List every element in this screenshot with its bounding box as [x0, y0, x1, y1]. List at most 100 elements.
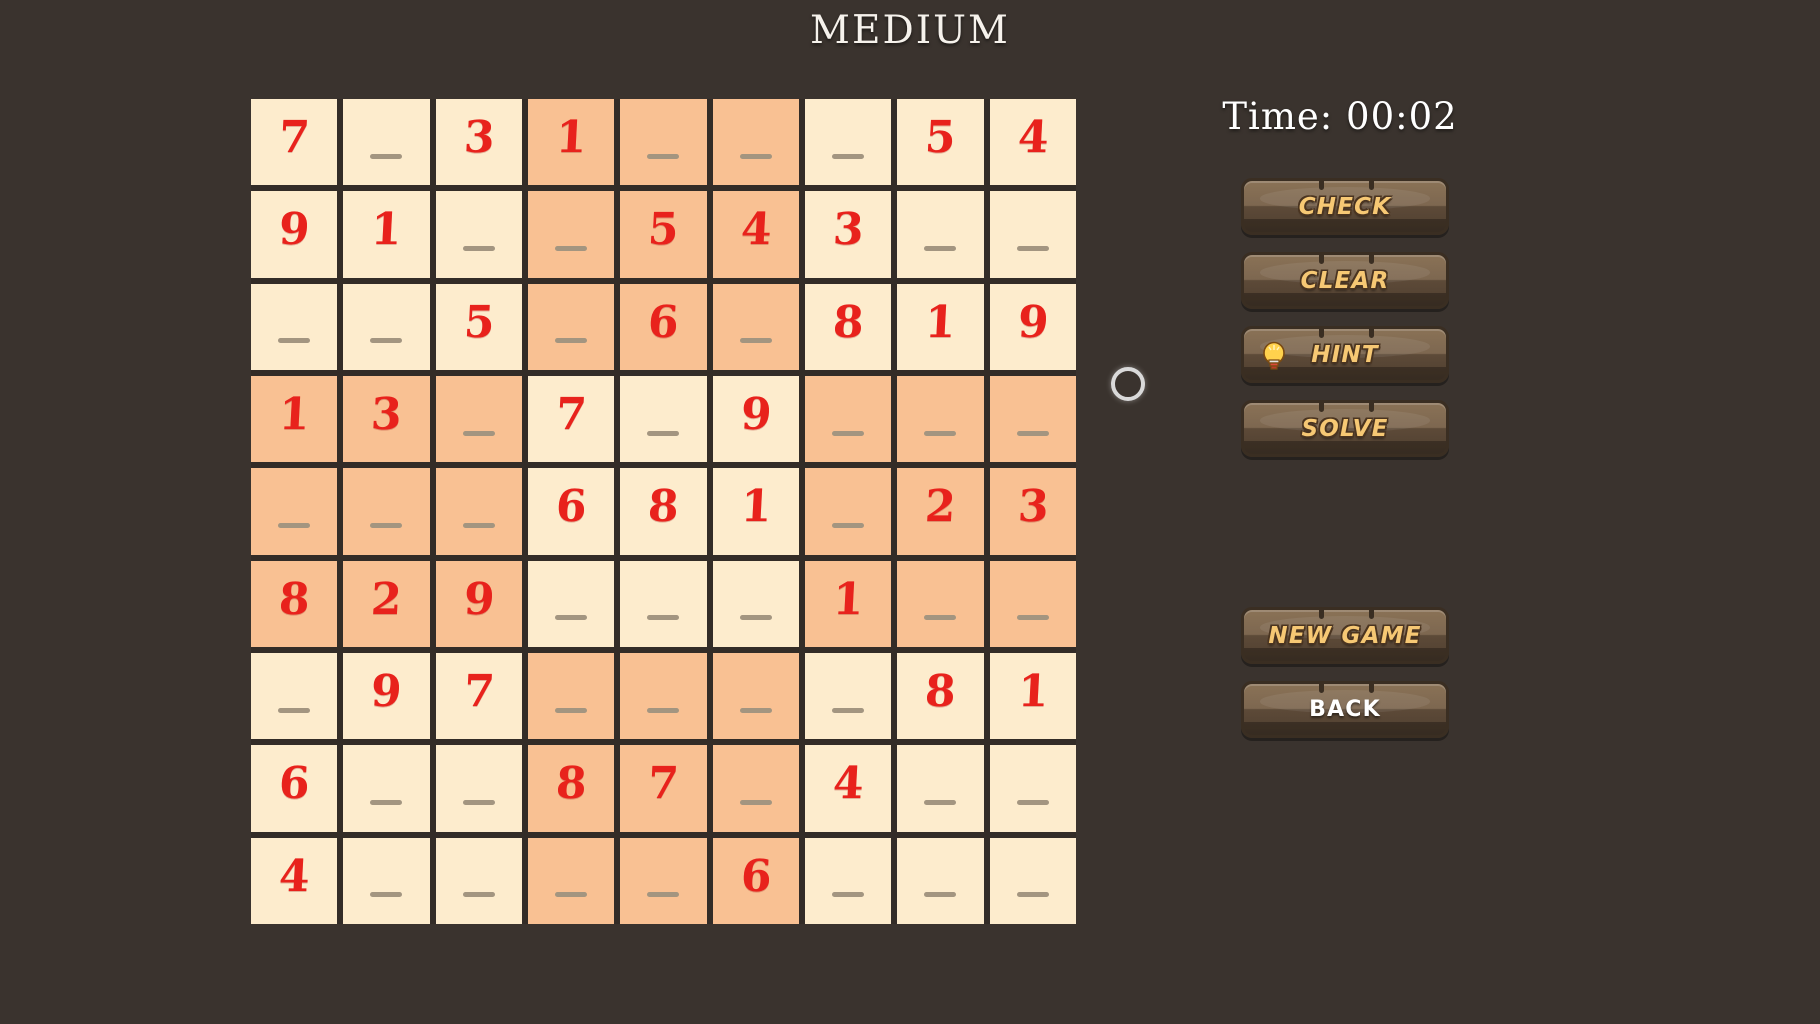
- sudoku-cell-value: 9: [739, 389, 773, 441]
- sudoku-cell-value: 3: [462, 112, 496, 164]
- sudoku-cell-r8c9[interactable]: _: [989, 745, 1076, 832]
- sudoku-cell-r5c7[interactable]: _: [805, 468, 892, 555]
- sudoku-cell-r6c9[interactable]: _: [989, 560, 1076, 647]
- hint-button[interactable]: HINT: [1241, 326, 1449, 383]
- sudoku-cell-r4c9[interactable]: _: [989, 376, 1076, 463]
- sudoku-cell-r1c9[interactable]: 4: [989, 99, 1076, 186]
- sudoku-cell-r4c1[interactable]: 1: [251, 376, 338, 463]
- sudoku-cell-r6c2[interactable]: 2: [343, 560, 430, 647]
- sudoku-cell-r2c8[interactable]: _: [897, 191, 984, 278]
- sudoku-cell-r7c7[interactable]: _: [805, 653, 892, 740]
- sudoku-cell-r3c2[interactable]: _: [343, 283, 430, 370]
- sudoku-cell-r9c5[interactable]: _: [620, 837, 707, 924]
- sudoku-cell-r4c4[interactable]: 7: [528, 376, 615, 463]
- sudoku-cell-r4c8[interactable]: _: [897, 376, 984, 463]
- sudoku-cell-r8c1[interactable]: 6: [251, 745, 338, 832]
- sudoku-cell-r2c7[interactable]: 3: [805, 191, 892, 278]
- sudoku-cell-r9c6[interactable]: 6: [712, 837, 799, 924]
- new-game-button[interactable]: NEW GAME: [1241, 607, 1449, 664]
- sudoku-cell-r4c7[interactable]: _: [805, 376, 892, 463]
- sudoku-cell-value: 8: [831, 296, 865, 348]
- sudoku-cell-r9c7[interactable]: _: [805, 837, 892, 924]
- solve-button[interactable]: SOLVE: [1241, 400, 1449, 457]
- sudoku-cell-r1c2[interactable]: _: [343, 99, 430, 186]
- sudoku-cell-r8c3[interactable]: _: [435, 745, 522, 832]
- sudoku-cell-r7c5[interactable]: _: [620, 653, 707, 740]
- sudoku-cell-r4c2[interactable]: 3: [343, 376, 430, 463]
- sudoku-cell-r3c4[interactable]: _: [528, 283, 615, 370]
- sudoku-cell-r8c2[interactable]: _: [343, 745, 430, 832]
- sudoku-cell-r6c7[interactable]: 1: [805, 560, 892, 647]
- sudoku-cell-r7c2[interactable]: 9: [343, 653, 430, 740]
- sudoku-cell-r5c6[interactable]: 1: [712, 468, 799, 555]
- sudoku-cell-r5c8[interactable]: 2: [897, 468, 984, 555]
- sudoku-cell-r9c4[interactable]: _: [528, 837, 615, 924]
- sudoku-cell-r3c1[interactable]: _: [251, 283, 338, 370]
- sudoku-cell-r8c4[interactable]: 8: [528, 745, 615, 832]
- sudoku-cell-r6c4[interactable]: _: [528, 560, 615, 647]
- sudoku-cell-r1c4[interactable]: 1: [528, 99, 615, 186]
- sudoku-cell-r3c9[interactable]: 9: [989, 283, 1076, 370]
- sudoku-cell-r3c5[interactable]: 6: [620, 283, 707, 370]
- sudoku-cell-r9c1[interactable]: 4: [251, 837, 338, 924]
- sudoku-cell-value: 1: [277, 389, 311, 441]
- sudoku-cell-r7c9[interactable]: 1: [989, 653, 1076, 740]
- sudoku-cell-r6c6[interactable]: _: [712, 560, 799, 647]
- sudoku-cell-r7c3[interactable]: 7: [435, 653, 522, 740]
- sudoku-cell-r5c9[interactable]: 3: [989, 468, 1076, 555]
- sudoku-cell-r2c9[interactable]: _: [989, 191, 1076, 278]
- sudoku-cell-value: 1: [923, 296, 958, 348]
- back-button[interactable]: BACK: [1241, 681, 1449, 738]
- sudoku-cell-r4c6[interactable]: 9: [712, 376, 799, 463]
- sudoku-cell-r4c3[interactable]: _: [435, 376, 522, 463]
- sudoku-cell-r8c8[interactable]: _: [897, 745, 984, 832]
- sudoku-cell-r6c8[interactable]: _: [897, 560, 984, 647]
- sudoku-cell-r2c6[interactable]: 4: [712, 191, 799, 278]
- sudoku-cell-r6c1[interactable]: 8: [251, 560, 338, 647]
- clear-button[interactable]: CLEAR: [1241, 252, 1449, 309]
- sudoku-cell-r7c1[interactable]: _: [251, 653, 338, 740]
- sudoku-cell-r4c5[interactable]: _: [620, 376, 707, 463]
- sudoku-cell-r3c8[interactable]: 1: [897, 283, 984, 370]
- sudoku-cell-r2c5[interactable]: 5: [620, 191, 707, 278]
- sudoku-cell-r8c7[interactable]: 4: [805, 745, 892, 832]
- sudoku-cell-r1c3[interactable]: 3: [435, 99, 522, 186]
- sudoku-cell-r2c3[interactable]: _: [435, 191, 522, 278]
- sudoku-cell-r3c7[interactable]: 8: [805, 283, 892, 370]
- sudoku-cell-value: _: [739, 615, 772, 621]
- sudoku-cell-r3c6[interactable]: _: [712, 283, 799, 370]
- sudoku-cell-r5c1[interactable]: _: [251, 468, 338, 555]
- sudoku-cell-r5c4[interactable]: 6: [528, 468, 615, 555]
- sudoku-cell-r5c3[interactable]: _: [435, 468, 522, 555]
- sudoku-cell-r2c1[interactable]: 9: [251, 191, 338, 278]
- sudoku-cell-r7c8[interactable]: 8: [897, 653, 984, 740]
- check-button[interactable]: CHECK: [1241, 178, 1449, 235]
- sudoku-cell-r1c6[interactable]: _: [712, 99, 799, 186]
- sudoku-cell-r8c6[interactable]: _: [712, 745, 799, 832]
- sudoku-cell-r9c2[interactable]: _: [343, 837, 430, 924]
- sudoku-cell-value: 2: [923, 481, 958, 533]
- sudoku-cell-r9c9[interactable]: _: [989, 837, 1076, 924]
- sudoku-cell-r6c3[interactable]: 9: [435, 560, 522, 647]
- sudoku-cell-r5c2[interactable]: _: [343, 468, 430, 555]
- sudoku-cell-value: 4: [739, 204, 773, 256]
- sudoku-cell-r9c3[interactable]: _: [435, 837, 522, 924]
- sudoku-cell-r9c8[interactable]: _: [897, 837, 984, 924]
- sudoku-cell-value: _: [370, 799, 403, 805]
- sudoku-cell-r1c8[interactable]: 5: [897, 99, 984, 186]
- sudoku-cell-r7c6[interactable]: _: [712, 653, 799, 740]
- sudoku-cell-r8c5[interactable]: 7: [620, 745, 707, 832]
- sudoku-cell-r5c5[interactable]: 8: [620, 468, 707, 555]
- cursor-ring-icon: [1111, 367, 1145, 401]
- sudoku-cell-r7c4[interactable]: _: [528, 653, 615, 740]
- sudoku-cell-r1c7[interactable]: _: [805, 99, 892, 186]
- sudoku-cell-r2c4[interactable]: _: [528, 191, 615, 278]
- sudoku-cell-r2c2[interactable]: 1: [343, 191, 430, 278]
- sudoku-cell-r6c5[interactable]: _: [620, 560, 707, 647]
- sudoku-grid[interactable]: 7 _ 3 1 _ _ _ 5 4 9 1 _ _ 5 4 3 _ _ _ _ 5 _ 6 _ 8 1 9 1 3 _ 7 _ 9 _ _ _ _ _ _ 6…: [251, 99, 1076, 924]
- sudoku-cell-value: _: [370, 522, 403, 528]
- sudoku-cell-r1c5[interactable]: _: [620, 99, 707, 186]
- sudoku-cell-r1c1[interactable]: 7: [251, 99, 338, 186]
- sudoku-cell-value: _: [647, 430, 680, 436]
- sudoku-cell-r3c3[interactable]: 5: [435, 283, 522, 370]
